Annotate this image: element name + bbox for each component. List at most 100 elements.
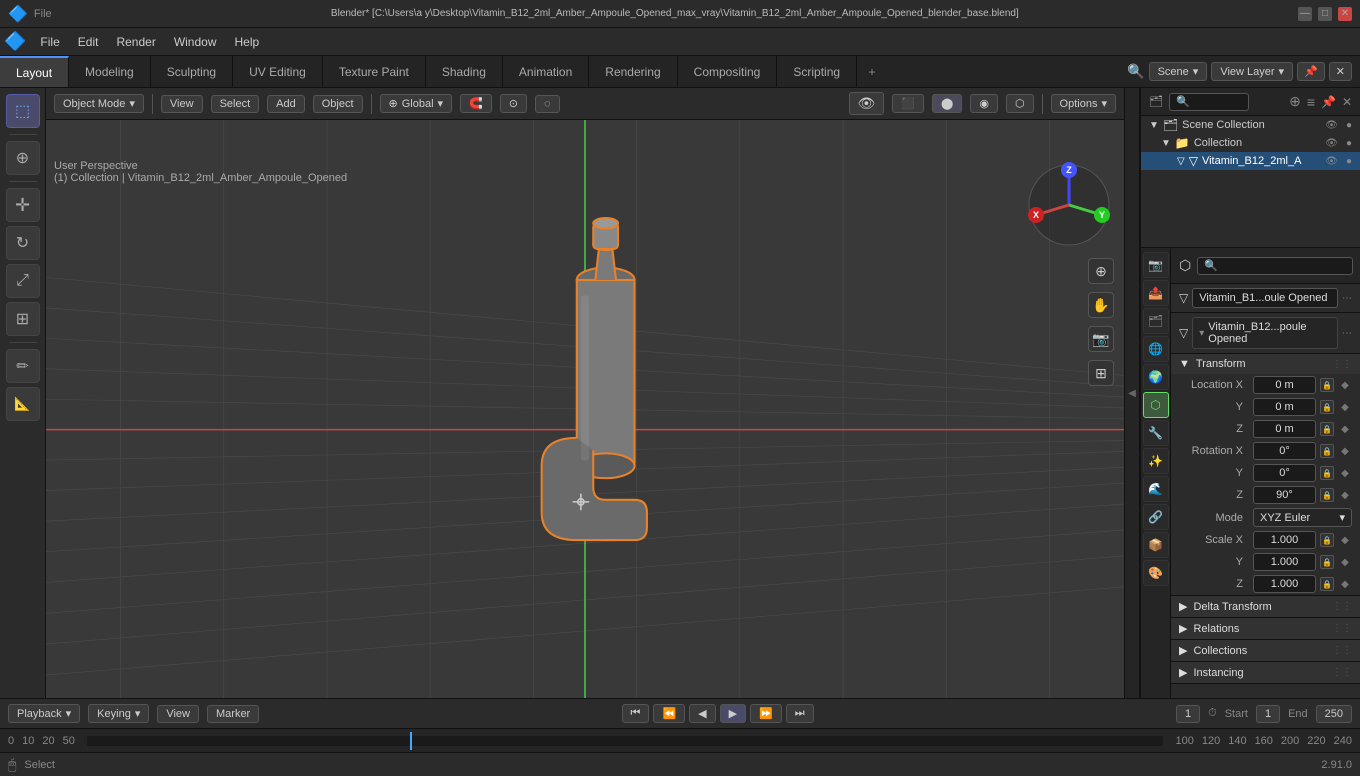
scale-z-lock[interactable]: 🔒	[1320, 577, 1334, 591]
ws-tab-sculpting[interactable]: Sculpting	[151, 56, 233, 87]
outliner-filter-icon[interactable]: ⊕	[1289, 93, 1301, 110]
transform-section-header[interactable]: ▼ Transform ⋮⋮	[1171, 354, 1360, 374]
outliner-pin-icon[interactable]: 📌	[1321, 95, 1336, 109]
rotation-x-lock[interactable]: 🔒	[1320, 444, 1334, 458]
prop-tab-render[interactable]: 📷	[1143, 252, 1169, 278]
ws-tab-scripting[interactable]: Scripting	[777, 56, 857, 87]
location-z-lock[interactable]: 🔒	[1320, 422, 1334, 436]
menu-help[interactable]: Help	[227, 32, 268, 52]
tool-transform[interactable]: ⊞	[6, 302, 40, 336]
outliner-object-item[interactable]: ▽ ▽ Vitamin_B12_2ml_A 👁 ●	[1141, 152, 1360, 170]
transform-global-button[interactable]: ⊕ Global ▾	[380, 94, 453, 113]
playback-button[interactable]: Playback ▾	[8, 704, 80, 723]
scale-z-value[interactable]: 1.000	[1253, 575, 1316, 593]
prop-tab-material[interactable]: 🎨	[1143, 560, 1169, 586]
object-eye-icon[interactable]: 👁	[1325, 156, 1338, 167]
object-name-input[interactable]: Vitamin_B1...oule Opened	[1192, 288, 1338, 308]
vp-xray-button[interactable]: ⬛	[892, 94, 924, 113]
vp-render-button[interactable]: ⬡	[1006, 94, 1034, 113]
relations-header[interactable]: ▶ Relations ⋮⋮	[1171, 618, 1360, 639]
close-area-button[interactable]: ✕	[1329, 62, 1352, 81]
view-button[interactable]: View	[157, 705, 199, 723]
scale-y-value[interactable]: 1.000	[1253, 553, 1316, 571]
ws-tab-compositing[interactable]: Compositing	[678, 56, 778, 87]
viewport-object-button[interactable]: Object	[313, 95, 363, 113]
object-options-icon[interactable]: ⋯	[1342, 293, 1352, 304]
scene-collection-vis-icon[interactable]: ●	[1346, 120, 1352, 131]
prop-tab-scene[interactable]: 🌐	[1143, 336, 1169, 362]
prev-frame-button[interactable]: ⏪	[653, 704, 685, 723]
reverse-play-button[interactable]: ◀	[689, 704, 715, 723]
rotation-x-value[interactable]: 0°	[1253, 442, 1316, 460]
keying-button[interactable]: Keying ▾	[88, 704, 149, 723]
snap-button[interactable]: 🧲	[460, 94, 492, 113]
viewport-add-button[interactable]: Add	[267, 95, 305, 113]
camera-view-button[interactable]: 📷	[1088, 326, 1114, 352]
location-y-value[interactable]: 0 m	[1253, 398, 1316, 416]
data-options-icon[interactable]: ⋯	[1342, 328, 1352, 339]
location-x-value[interactable]: 0 m	[1253, 376, 1316, 394]
vp-material-button[interactable]: ◉	[970, 94, 998, 113]
scale-x-key[interactable]: ◆	[1338, 533, 1352, 547]
rotation-y-lock[interactable]: 🔒	[1320, 466, 1334, 480]
scene-dropdown[interactable]: Scene ▾	[1149, 62, 1208, 81]
vp-options-button[interactable]: Options ▾	[1051, 94, 1116, 113]
prop-tab-output[interactable]: 📤	[1143, 280, 1169, 306]
prop-tab-modifier[interactable]: 🔧	[1143, 420, 1169, 446]
outliner-collection[interactable]: ▼ 📁 Collection 👁 ●	[1141, 134, 1360, 152]
collection-eye-icon[interactable]: 👁	[1325, 138, 1338, 149]
viewport-3d[interactable]: Object Mode ▾ View Select Add Object ⊕ G…	[46, 88, 1124, 698]
timeline-bar[interactable]	[87, 736, 1164, 746]
workspace-add-button[interactable]: +	[857, 56, 887, 87]
start-frame-input[interactable]: 1	[1256, 705, 1280, 723]
data-dropdown-icon[interactable]: ▾	[1199, 328, 1204, 339]
jump-end-button[interactable]: ⏭	[786, 704, 814, 723]
play-button[interactable]: ▶	[720, 704, 746, 723]
close-button[interactable]: ✕	[1338, 7, 1352, 21]
pin-button[interactable]: 📌	[1297, 62, 1325, 81]
ws-tab-uv-editing[interactable]: UV Editing	[233, 56, 323, 87]
tool-scale[interactable]: ⤢	[6, 264, 40, 298]
tool-annotate[interactable]: ✏	[6, 349, 40, 383]
app-menu-file[interactable]: File	[34, 8, 52, 20]
location-x-lock[interactable]: 🔒	[1320, 378, 1334, 392]
rotation-z-lock[interactable]: 🔒	[1320, 488, 1334, 502]
proportional-falloff-button[interactable]: ◌	[535, 95, 560, 113]
collections-header[interactable]: ▶ Collections ⋮⋮	[1171, 640, 1360, 661]
outliner-close-icon[interactable]: ✕	[1342, 95, 1352, 109]
scene-collection-eye-icon[interactable]: 👁	[1325, 120, 1338, 131]
ws-tab-rendering[interactable]: Rendering	[589, 56, 677, 87]
menu-render[interactable]: Render	[108, 32, 163, 52]
location-y-key[interactable]: ◆	[1338, 400, 1352, 414]
minimize-button[interactable]: —	[1298, 7, 1312, 21]
location-z-key[interactable]: ◆	[1338, 422, 1352, 436]
ws-tab-texture-paint[interactable]: Texture Paint	[323, 56, 426, 87]
current-frame-input[interactable]: 1	[1176, 705, 1200, 723]
menu-window[interactable]: Window	[166, 32, 225, 52]
prop-tab-particles[interactable]: ✨	[1143, 448, 1169, 474]
object-vis-icon[interactable]: ●	[1346, 156, 1352, 167]
proportional-edit-button[interactable]: ⊙	[500, 94, 527, 113]
rotation-x-key[interactable]: ◆	[1338, 444, 1352, 458]
instancing-header[interactable]: ▶ Instancing ⋮⋮	[1171, 662, 1360, 683]
prop-search-input[interactable]	[1197, 257, 1353, 275]
rotation-mode-select[interactable]: XYZ Euler ▾	[1253, 508, 1352, 527]
outliner-scene-collection[interactable]: ▼ 🗂 Scene Collection 👁 ●	[1141, 116, 1360, 134]
playhead[interactable]	[410, 732, 412, 750]
object-mode-button[interactable]: Object Mode ▾	[54, 94, 144, 113]
location-x-key[interactable]: ◆	[1338, 378, 1352, 392]
viewport-select-button[interactable]: Select	[211, 95, 260, 113]
tool-measure[interactable]: 📐	[6, 387, 40, 421]
scale-y-key[interactable]: ◆	[1338, 555, 1352, 569]
end-frame-input[interactable]: 250	[1316, 705, 1352, 723]
tool-cursor[interactable]: ⊕	[6, 141, 40, 175]
menu-file[interactable]: File	[32, 32, 67, 52]
collection-vis-icon[interactable]: ●	[1346, 138, 1352, 149]
panel-collapse-button[interactable]: ◀	[1124, 88, 1140, 698]
ws-tab-modeling[interactable]: Modeling	[69, 56, 151, 87]
vp-overlay-button[interactable]: 👁	[849, 92, 885, 115]
prop-tab-object[interactable]: ⬡	[1143, 392, 1169, 418]
location-y-lock[interactable]: 🔒	[1320, 400, 1334, 414]
tool-select-box[interactable]: ⬚	[6, 94, 40, 128]
delta-transform-header[interactable]: ▶ Delta Transform ⋮⋮	[1171, 596, 1360, 617]
